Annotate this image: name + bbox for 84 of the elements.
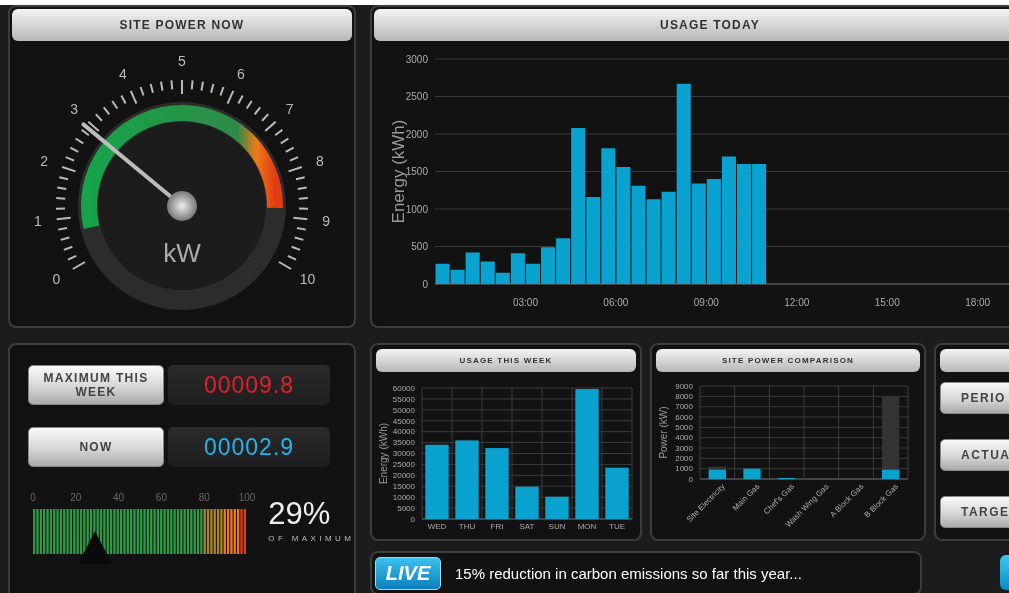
tick-label: 2500 xyxy=(405,91,428,102)
category-label: SAT xyxy=(519,522,535,531)
readout-button[interactable]: NOW xyxy=(28,427,164,467)
bar xyxy=(435,263,450,284)
side-button[interactable]: PERIO xyxy=(940,382,1009,414)
category-label: FRI xyxy=(490,522,504,531)
gauge-unit: kW xyxy=(163,238,201,268)
gauge-number: 3 xyxy=(70,101,79,117)
tick-label: 1000 xyxy=(675,464,693,474)
live-badge: LIVE xyxy=(375,556,441,590)
tick-label: 3000 xyxy=(405,53,428,65)
category-label: TUE xyxy=(609,522,625,531)
meter-scale-label: 0 xyxy=(30,492,36,503)
meter-scale-label: 40 xyxy=(113,492,125,503)
bar xyxy=(485,448,509,519)
tick-label: 18:00 xyxy=(965,297,991,308)
side-button[interactable]: TARGE xyxy=(940,496,1009,528)
gauge-number: 4 xyxy=(119,65,127,82)
bar xyxy=(545,496,569,519)
tick-label: 8000 xyxy=(675,392,693,402)
tick-label: 500 xyxy=(411,241,428,252)
tick-label: 40000 xyxy=(392,427,415,437)
bar xyxy=(743,468,761,479)
tick-label: 2000 xyxy=(675,454,693,464)
tick-label: 50000 xyxy=(392,405,415,415)
gauge-number: 8 xyxy=(316,153,324,170)
tick-label: 5000 xyxy=(397,503,415,513)
tick-label: 0 xyxy=(688,474,693,484)
tick-label: 7000 xyxy=(675,402,693,412)
category-label: MON xyxy=(577,522,597,531)
axis-title: Energy (kWh) xyxy=(389,119,408,224)
tick-label: 20000 xyxy=(392,471,415,481)
meter-pointer xyxy=(78,531,113,564)
panel-header: SITE POWER NOW xyxy=(12,9,352,41)
tick-label: 0 xyxy=(422,278,428,290)
ticker-message: 15% reduction in carbon emissions so far this year... xyxy=(455,564,802,582)
tick-label: 5000 xyxy=(675,423,693,433)
tick-label: 4000 xyxy=(675,433,693,443)
tick-label: 12:00 xyxy=(784,297,810,308)
tick-label: 25000 xyxy=(392,460,415,470)
category-label: WED xyxy=(427,522,447,531)
bar xyxy=(515,486,539,519)
gauge-number: 1 xyxy=(33,213,42,230)
meter-scale-label: 80 xyxy=(198,492,210,503)
axis-title: Energy (kWh) xyxy=(378,422,389,485)
tick-label: 45000 xyxy=(392,416,415,426)
meter-scale-label: 60 xyxy=(155,492,167,503)
tick-label: 1000 xyxy=(405,203,428,215)
panel-header: USAGE THIS WEEK xyxy=(376,349,636,372)
tick-label: 10000 xyxy=(392,492,415,502)
tick-label: 3000 xyxy=(675,443,693,453)
gauge-number: 2 xyxy=(40,153,48,170)
gauge-number: 9 xyxy=(322,213,331,230)
tick-label: 0 xyxy=(410,514,415,524)
bar xyxy=(605,467,629,519)
readout-display: 00009.8 xyxy=(168,365,330,405)
gauge-number: 5 xyxy=(178,53,186,69)
tick-label: 06:00 xyxy=(603,297,629,308)
tick-label: 2000 xyxy=(405,128,428,140)
tick-label: 60000 xyxy=(392,383,415,393)
gauge-number: 7 xyxy=(285,101,294,117)
tick-label: 09:00 xyxy=(693,297,719,308)
tick-label: 30000 xyxy=(392,449,415,459)
tick-label: 03:00 xyxy=(512,297,538,308)
readout-button[interactable]: MAXIMUM THIS WEEK xyxy=(28,365,164,405)
tick-label: 9000 xyxy=(675,381,693,391)
gauge-number: 10 xyxy=(299,270,316,287)
tick-label: 35000 xyxy=(392,438,415,448)
panel-header: SITE POWER COMPARISON xyxy=(656,349,920,372)
readout-display: 00002.9 xyxy=(168,427,330,467)
gauge-number: 0 xyxy=(52,270,61,287)
tick-label: 15:00 xyxy=(874,297,900,308)
category-label: THU xyxy=(458,522,476,531)
meter-scale-label: 100 xyxy=(238,492,255,503)
tick-label: 55000 xyxy=(392,394,415,404)
category-label: SUN xyxy=(548,522,566,531)
tick-label: 6000 xyxy=(675,412,693,422)
meter-scale-label: 20 xyxy=(70,492,82,503)
gauge-number: 6 xyxy=(237,65,245,82)
meter-caption: OF MAXIMUM xyxy=(268,534,354,543)
panel-header: USAGE TODAY xyxy=(374,9,1009,41)
tick-label: 15000 xyxy=(392,482,415,492)
meter-reading: 29% xyxy=(268,498,332,530)
axis-title: Power (kW) xyxy=(658,406,669,459)
